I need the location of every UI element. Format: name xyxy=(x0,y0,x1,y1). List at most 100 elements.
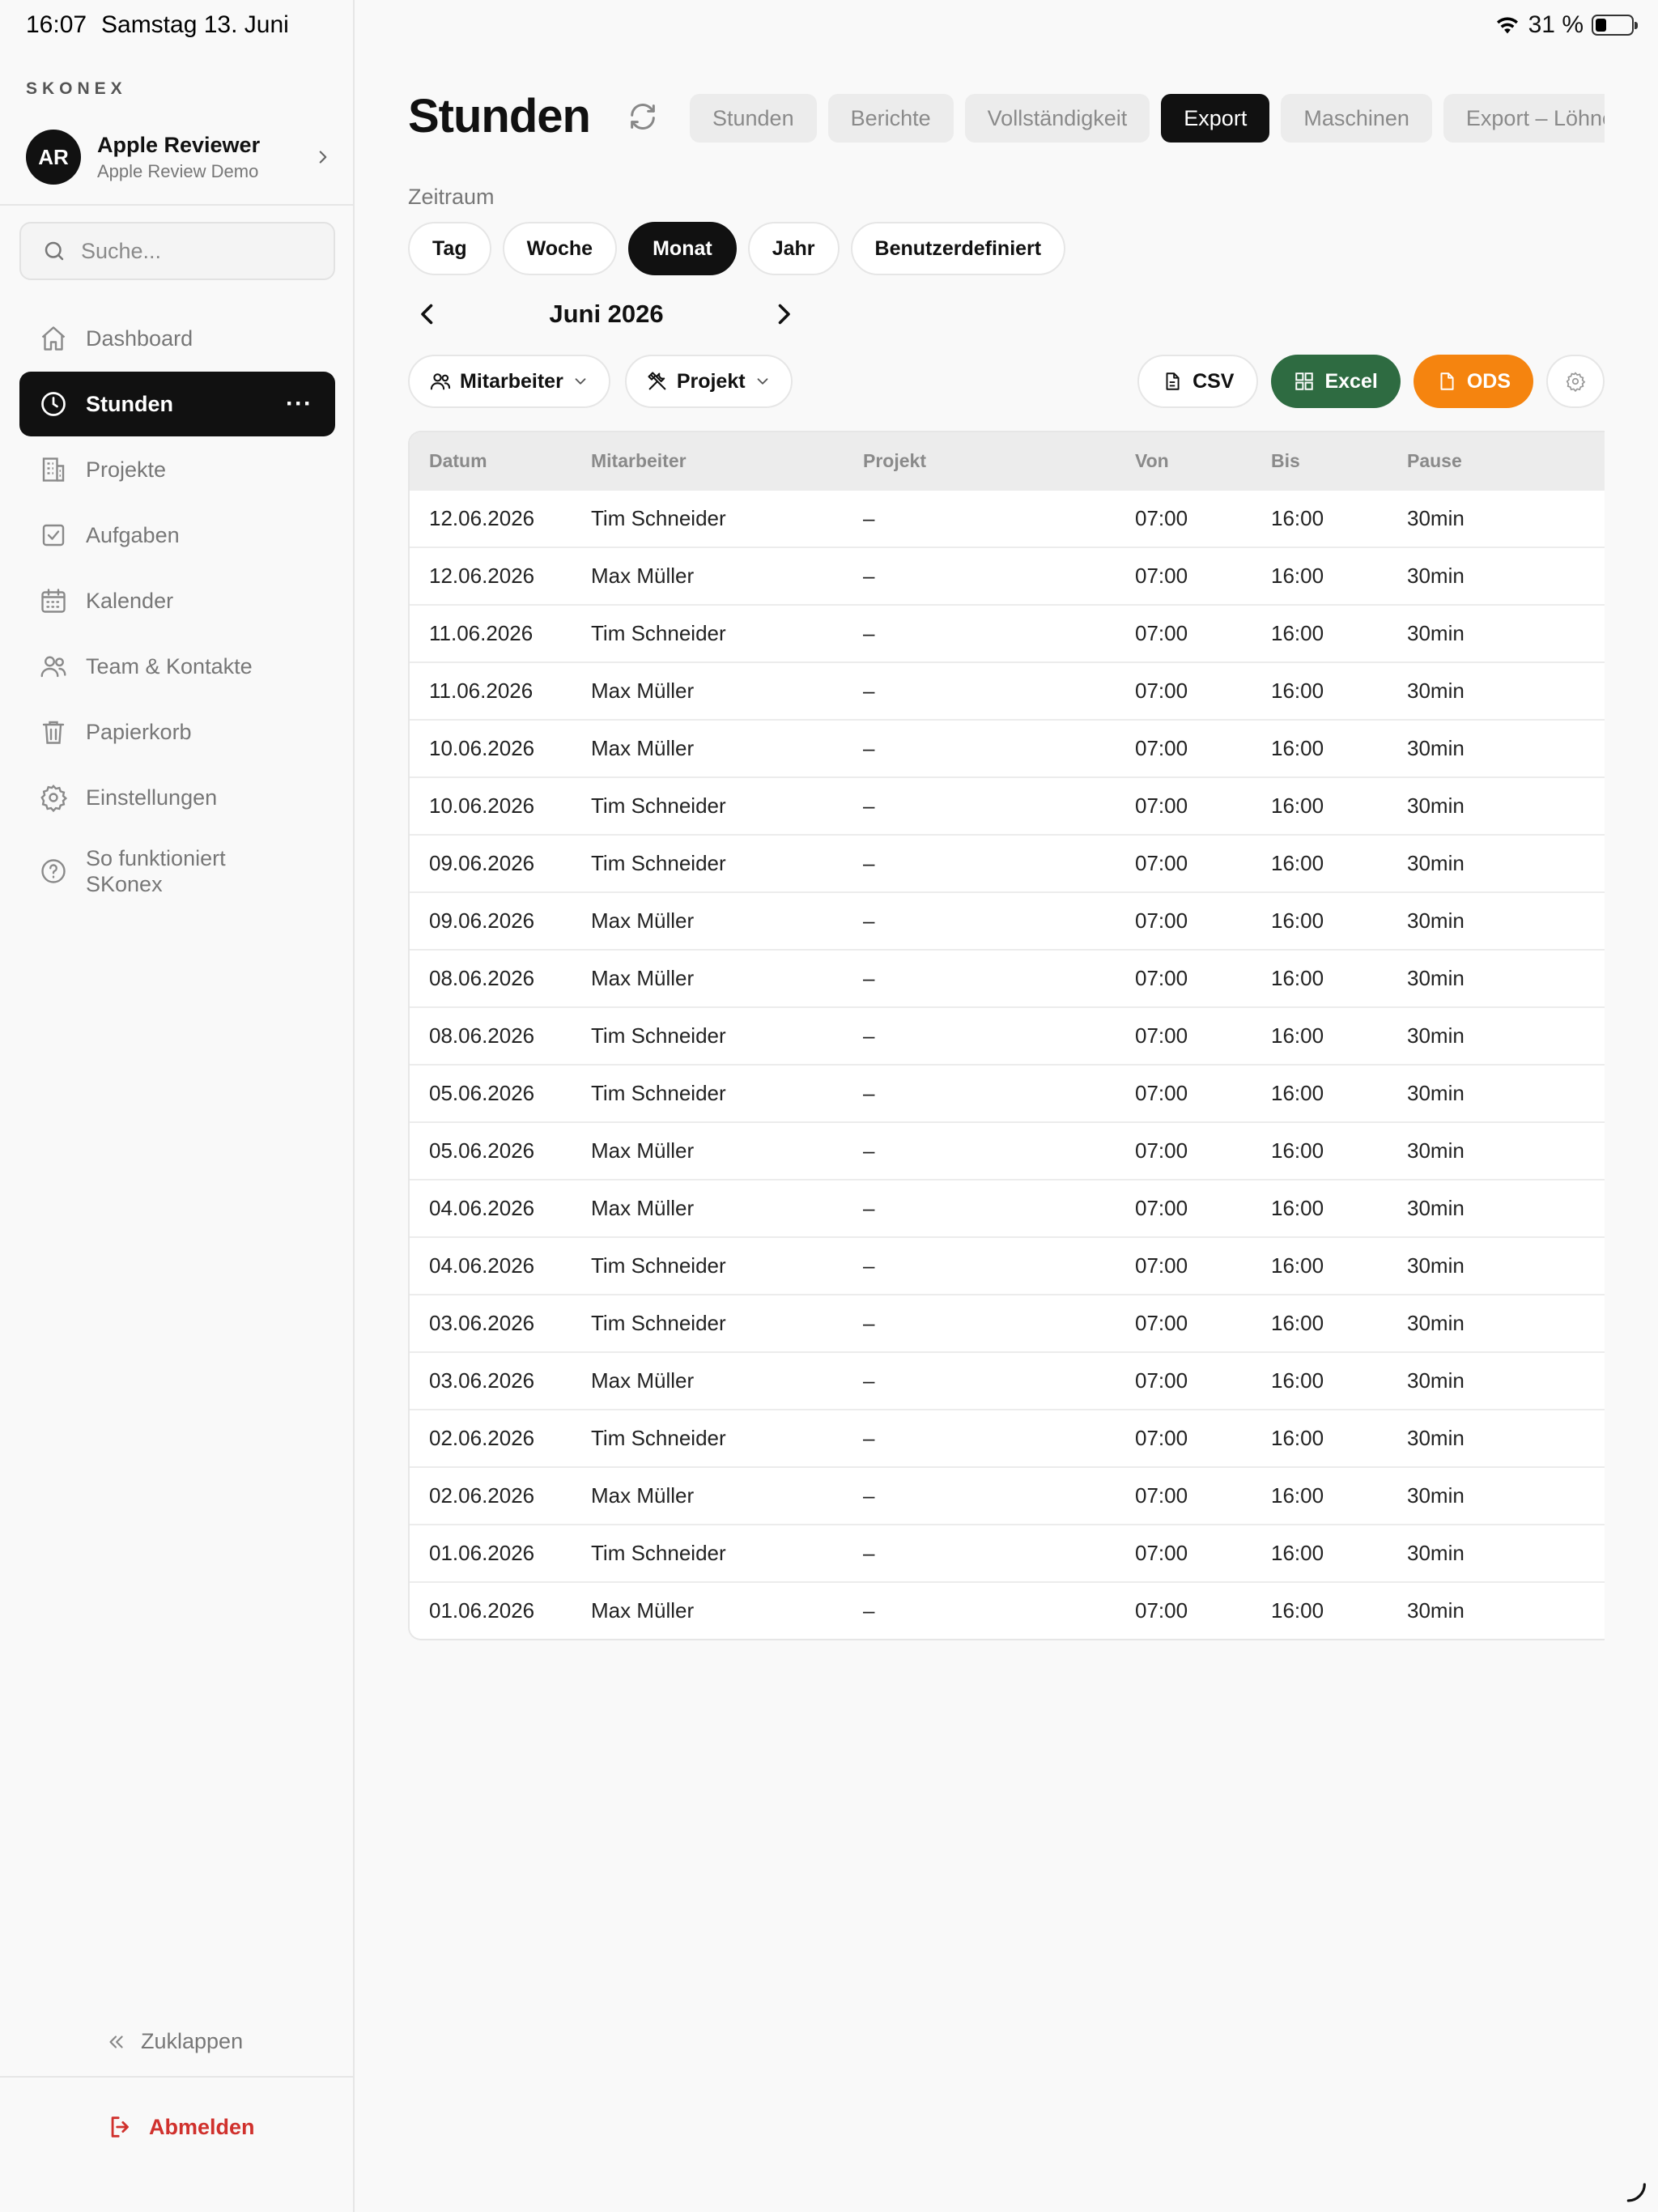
table-row[interactable]: 02.06.2026 Tim Schneider – 07:00 16:00 30min xyxy=(410,1409,1605,1466)
period-monat[interactable]: Monat xyxy=(628,222,737,275)
cell-projekt: – xyxy=(863,1023,875,1048)
cell-mitarbeiter: Tim Schneider xyxy=(591,1253,726,1278)
table-row[interactable]: 02.06.2026 Max Müller – 07:00 16:00 30min xyxy=(410,1466,1605,1524)
help-icon xyxy=(41,859,66,883)
sidebar-item-projekte[interactable]: Projekte xyxy=(19,437,335,502)
chevron-right-icon[interactable] xyxy=(769,300,798,329)
cell-mitarbeiter: Max Müller xyxy=(591,1138,695,1163)
sidebar-item-aufgaben[interactable]: Aufgaben xyxy=(19,503,335,568)
account-switcher[interactable]: AR Apple Reviewer Apple Review Demo xyxy=(26,128,334,186)
cell-datum: 08.06.2026 xyxy=(429,966,535,990)
export-excel-button[interactable]: Excel xyxy=(1271,355,1401,408)
table-row[interactable]: 08.06.2026 Max Müller – 07:00 16:00 30min xyxy=(410,949,1605,1006)
cell-bis: 16:00 xyxy=(1271,506,1324,530)
table-row[interactable]: 01.06.2026 Tim Schneider – 07:00 16:00 30min xyxy=(410,1524,1605,1581)
cell-projekt: – xyxy=(863,966,875,990)
column-header-datum[interactable]: Datum xyxy=(410,450,591,472)
sidebar-item-papierkorb[interactable]: Papierkorb xyxy=(19,700,335,764)
table-row[interactable]: 04.06.2026 Tim Schneider – 07:00 16:00 30min xyxy=(410,1236,1605,1294)
period-custom[interactable]: Benutzerdefiniert xyxy=(850,222,1066,275)
cell-bis: 16:00 xyxy=(1271,564,1324,588)
project-filter[interactable]: Projekt xyxy=(624,355,793,408)
divider xyxy=(0,204,355,206)
cell-projekt: – xyxy=(863,678,875,703)
calendar-icon xyxy=(41,589,66,613)
cell-von: 07:00 xyxy=(1135,908,1188,933)
table-row[interactable]: 12.06.2026 Max Müller – 07:00 16:00 30min xyxy=(410,547,1605,604)
cell-mitarbeiter: Tim Schneider xyxy=(591,506,726,530)
export-actions: CSV Excel ODS xyxy=(1137,355,1605,408)
cell-von: 07:00 xyxy=(1135,1426,1188,1450)
chevron-left-icon[interactable] xyxy=(413,300,442,329)
status-time: 16:07 xyxy=(26,11,87,38)
export-csv-button[interactable]: CSV xyxy=(1137,355,1259,408)
logout-button[interactable]: Abmelden xyxy=(107,2113,255,2141)
cell-datum: 05.06.2026 xyxy=(429,1081,535,1105)
tab-maschinen[interactable]: Maschinen xyxy=(1281,94,1432,143)
cell-mitarbeiter: Max Müller xyxy=(591,564,695,588)
tab-vollstaendigkeit[interactable]: Vollständigkeit xyxy=(964,94,1150,143)
sidebar-item-kalender[interactable]: Kalender xyxy=(19,568,335,633)
cell-von: 07:00 xyxy=(1135,621,1188,645)
table-row[interactable]: 05.06.2026 Max Müller – 07:00 16:00 30min xyxy=(410,1121,1605,1179)
employee-filter-label: Mitarbeiter xyxy=(460,369,563,393)
search-box[interactable] xyxy=(19,222,335,280)
sidebar-item-dashboard[interactable]: Dashboard xyxy=(19,306,335,371)
table-row[interactable]: 11.06.2026 Max Müller – 07:00 16:00 30min xyxy=(410,661,1605,719)
table-row[interactable]: 09.06.2026 Max Müller – 07:00 16:00 30min xyxy=(410,891,1605,949)
table-row[interactable]: 01.06.2026 Max Müller – 07:00 16:00 30min xyxy=(410,1581,1605,1639)
period-woche[interactable]: Woche xyxy=(502,222,618,275)
divider xyxy=(0,2076,355,2078)
cell-mitarbeiter: Tim Schneider xyxy=(591,1426,726,1450)
employee-filter[interactable]: Mitarbeiter xyxy=(408,355,610,408)
sidebar-item-label: Kalender xyxy=(86,588,174,613)
collapse-label: Zuklappen xyxy=(141,2029,244,2053)
sidebar-nav: Dashboard Stunden ··· Projekte Aufgaben … xyxy=(19,306,335,912)
table-row[interactable]: 08.06.2026 Tim Schneider – 07:00 16:00 30min xyxy=(410,1006,1605,1064)
more-icon[interactable]: ··· xyxy=(286,390,312,418)
sidebar-item-stunden[interactable]: Stunden ··· xyxy=(19,372,335,436)
export-ods-button[interactable]: ODS xyxy=(1413,355,1533,408)
cell-bis: 16:00 xyxy=(1271,1483,1324,1508)
cell-pause: 30min xyxy=(1407,1598,1465,1623)
clock-icon xyxy=(41,392,66,416)
table-row[interactable]: 11.06.2026 Tim Schneider – 07:00 16:00 30min xyxy=(410,604,1605,661)
cell-von: 07:00 xyxy=(1135,1196,1188,1220)
table-row[interactable]: 05.06.2026 Tim Schneider – 07:00 16:00 30min xyxy=(410,1064,1605,1121)
sidebar-item-help[interactable]: So funktioniert SKonex xyxy=(19,831,335,912)
avatar: AR xyxy=(26,130,81,185)
cell-von: 07:00 xyxy=(1135,736,1188,760)
sidebar-item-team[interactable]: Team & Kontakte xyxy=(19,634,335,699)
cell-von: 07:00 xyxy=(1135,506,1188,530)
column-header-pause[interactable]: Pause xyxy=(1407,450,1601,472)
period-jahr[interactable]: Jahr xyxy=(747,222,840,275)
wifi-icon xyxy=(1496,17,1518,34)
tab-stunden[interactable]: Stunden xyxy=(690,94,817,143)
table-row[interactable]: 03.06.2026 Tim Schneider – 07:00 16:00 30min xyxy=(410,1294,1605,1351)
search-input[interactable] xyxy=(81,238,324,264)
column-header-bis[interactable]: Bis xyxy=(1271,450,1407,472)
column-header-von[interactable]: Von xyxy=(1135,450,1271,472)
cell-projekt: – xyxy=(863,506,875,530)
table-row[interactable]: 10.06.2026 Max Müller – 07:00 16:00 30min xyxy=(410,719,1605,776)
table-row[interactable]: 03.06.2026 Max Müller – 07:00 16:00 30min xyxy=(410,1351,1605,1409)
refresh-icon[interactable] xyxy=(627,100,659,133)
collapse-sidebar-button[interactable]: Zuklappen xyxy=(105,2029,243,2054)
column-header-projekt[interactable]: Projekt xyxy=(863,450,1135,472)
period-label: Zeitraum xyxy=(408,185,495,209)
column-header-mitarbeiter[interactable]: Mitarbeiter xyxy=(591,450,863,472)
cell-datum: 02.06.2026 xyxy=(429,1426,535,1450)
export-settings-button[interactable] xyxy=(1546,355,1605,408)
table-row[interactable]: 10.06.2026 Tim Schneider – 07:00 16:00 30min xyxy=(410,776,1605,834)
table-row[interactable]: 09.06.2026 Tim Schneider – 07:00 16:00 30min xyxy=(410,834,1605,891)
tab-export[interactable]: Export xyxy=(1161,94,1270,143)
table-row[interactable]: 04.06.2026 Max Müller – 07:00 16:00 30min xyxy=(410,1179,1605,1236)
sidebar-item-einstellungen[interactable]: Einstellungen xyxy=(19,765,335,830)
cell-pause: 30min xyxy=(1407,1253,1465,1278)
tab-berichte[interactable]: Berichte xyxy=(827,94,954,143)
table-row[interactable]: 12.06.2026 Tim Schneider – 07:00 16:00 30min xyxy=(410,489,1605,547)
period-tag[interactable]: Tag xyxy=(408,222,491,275)
tab-export-loehne[interactable]: Export – Löhne xyxy=(1443,94,1605,143)
gear-icon xyxy=(1566,372,1586,392)
logout-label: Abmelden xyxy=(149,2114,255,2139)
